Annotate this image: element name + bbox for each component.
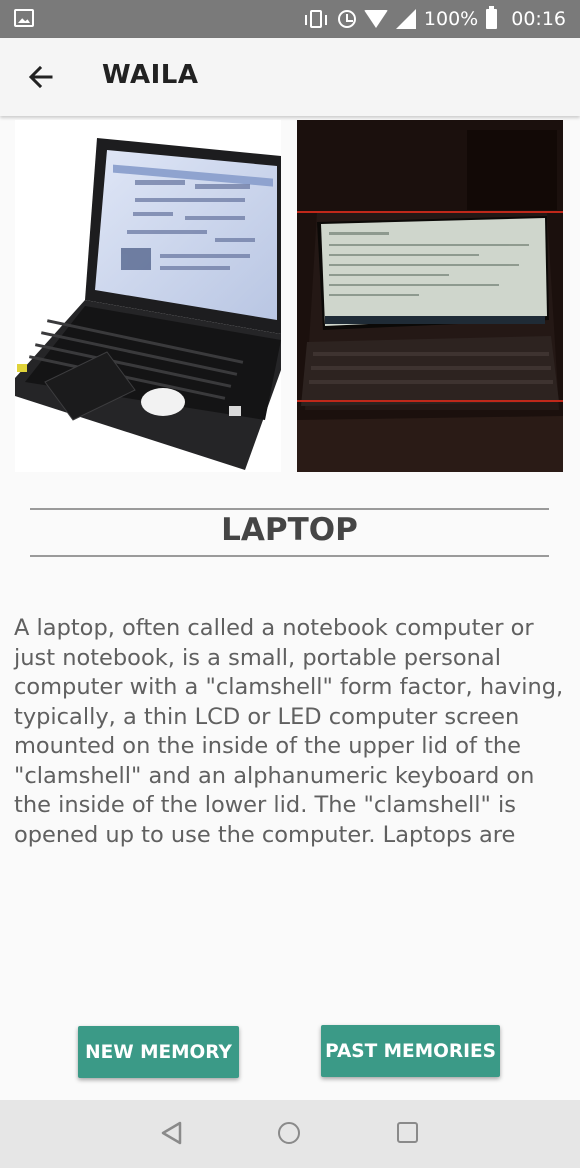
nav-home-icon[interactable]: [278, 1122, 300, 1144]
new-memory-button[interactable]: NEW MEMORY: [78, 1026, 239, 1078]
app-bar: WAILA: [0, 38, 580, 116]
title-divider-top: [30, 508, 549, 510]
alarm-icon: [337, 10, 356, 28]
wifi-icon: [363, 10, 388, 28]
nav-back-icon[interactable]: [160, 1120, 184, 1146]
vibrate-icon: [304, 10, 327, 28]
status-icons: 100% 00:16: [304, 0, 566, 38]
captured-photo: [297, 120, 563, 472]
reference-laptop-image: [15, 120, 281, 472]
status-time: 00:16: [511, 8, 566, 30]
battery-icon: [486, 6, 498, 29]
status-bar: 100% 00:16: [0, 0, 580, 38]
past-memories-button[interactable]: PAST MEMORIES: [321, 1025, 500, 1077]
title-divider-bottom: [30, 555, 549, 557]
navigation-bar: [0, 1100, 580, 1168]
item-title: LAPTOP: [221, 512, 358, 548]
nav-recent-icon[interactable]: [397, 1122, 418, 1143]
app-title: WAILA: [102, 60, 199, 90]
item-description: A laptop, often called a notebook comput…: [14, 615, 564, 848]
cell-signal-icon: [395, 9, 416, 29]
battery-percent: 100%: [423, 8, 479, 30]
arrow-back-icon[interactable]: [24, 60, 58, 94]
image-icon: [14, 9, 34, 27]
